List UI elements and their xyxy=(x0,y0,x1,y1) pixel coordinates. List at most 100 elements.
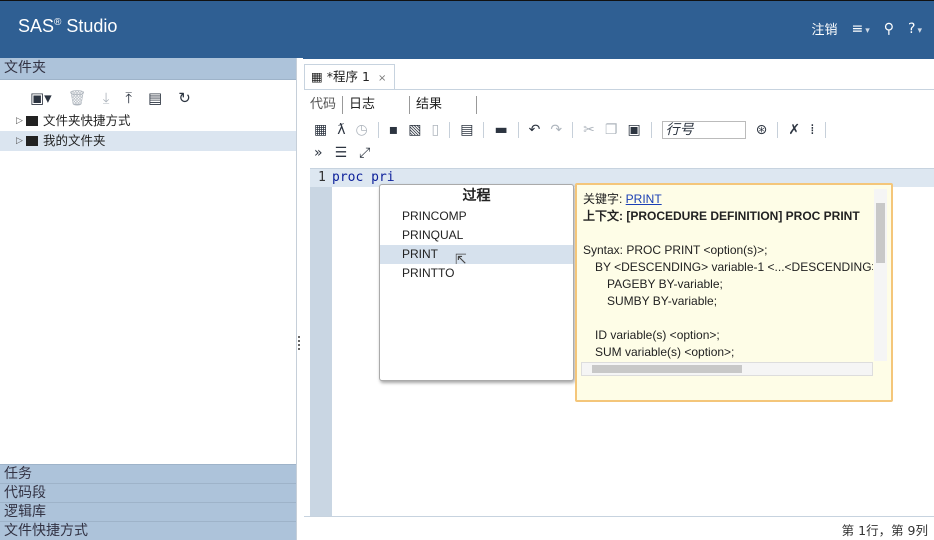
clear-icon[interactable]: ✗ xyxy=(788,122,800,138)
close-tab-icon[interactable]: × xyxy=(378,73,386,84)
folders-toolbar: ▣▾ 🗑 ⤓ ⤒ ▤ ↻ xyxy=(0,85,296,111)
download-icon[interactable]: ⤓ xyxy=(103,89,110,107)
maximize-icon[interactable]: ⤢ xyxy=(359,145,370,161)
redo-icon[interactable]: ↷ xyxy=(550,122,562,138)
save-as-icon[interactable]: ▧ xyxy=(408,122,421,138)
scrollbar-thumb[interactable] xyxy=(876,203,885,263)
help-content: 关键字: PRINT 上下文: [PROCEDURE DEFINITION] P… xyxy=(583,191,873,367)
program-icon: ▦ xyxy=(311,69,323,84)
brand-name: SAS xyxy=(18,16,55,36)
expand-arrow-icon[interactable]: ▷ xyxy=(16,111,23,131)
syntax-line: ID variable(s) <option>; xyxy=(595,328,720,342)
editor-toolbar-row-2: » ☰ ⤢ xyxy=(314,143,370,163)
section-snippets[interactable]: 代码段 xyxy=(0,483,296,502)
save-icon[interactable]: ▪ xyxy=(389,122,399,138)
toolbar-divider xyxy=(650,122,652,138)
context-value: [PROCEDURE DEFINITION] PROC PRINT xyxy=(626,209,860,223)
autocomplete-popup: 过程 PRINCOMP PRINQUAL PRINT PRINTTO xyxy=(379,184,574,381)
top-bar: SAS® Studio 注销 ≡ ▾ ⚲ ? ▾ xyxy=(0,0,934,59)
syntax-line: SUM variable(s) <option>; xyxy=(595,345,735,359)
top-right-controls: 注销 ≡ ▾ ⚲ ? ▾ xyxy=(811,19,922,39)
toolbar-divider xyxy=(483,122,485,138)
section-file-shortcuts[interactable]: 文件快捷方式 xyxy=(0,521,296,540)
syntax-help-popup: 关键字: PRINT 上下文: [PROCEDURE DEFINITION] P… xyxy=(575,183,893,402)
view-tabs: 代码 日志 结果 xyxy=(304,95,478,115)
cursor-position: 第 1行，第 9列 xyxy=(841,523,928,538)
copy-icon[interactable]: ❐ xyxy=(605,122,618,138)
go-icon[interactable]: ⊛ xyxy=(756,122,768,138)
section-tasks[interactable]: 任务 xyxy=(0,464,296,483)
keyword-link[interactable]: PRINT xyxy=(626,192,662,206)
search-icon[interactable]: ⚲ xyxy=(884,21,894,37)
my-folder-icon xyxy=(26,135,38,146)
syntax-line: BY <DESCENDING> variable-1 <...<DESCENDI… xyxy=(595,260,873,274)
syntax-line: PAGEBY BY-variable; xyxy=(607,277,723,291)
properties-icon[interactable]: ▤ xyxy=(148,89,162,107)
refresh-icon[interactable]: ↻ xyxy=(178,89,191,107)
context-label: 上下文: xyxy=(583,209,627,223)
line-gutter xyxy=(310,169,332,517)
app-brand: SAS® Studio xyxy=(18,16,117,37)
help-keyword-line: 关键字: PRINT xyxy=(583,191,873,208)
editor-toolbar: ▦ ƛ ◷ ▪ ▧ ▯ ▤ ▬ ↶ ↷ ✂ ❐ ▣ 行号 ⊛ ✗ ⁞ xyxy=(314,119,826,141)
history-icon[interactable]: ◷ xyxy=(356,122,368,138)
autocomplete-item[interactable]: PRINQUAL xyxy=(380,226,573,245)
tree-item-label: 我的文件夹 xyxy=(43,133,106,148)
line-number: 1 xyxy=(318,170,326,185)
tab-label: *程序 1 xyxy=(326,69,370,84)
mouse-cursor-icon: ⇱ xyxy=(455,252,467,268)
tree-item-folder-shortcuts[interactable]: ▷ 文件夹快捷方式 xyxy=(0,111,296,131)
folder-shortcut-icon xyxy=(26,115,38,126)
autocomplete-title: 过程 xyxy=(462,188,491,204)
help-context-line: 上下文: [PROCEDURE DEFINITION] PROC PRINT xyxy=(583,208,873,225)
status-bar: 第 1行，第 9列 xyxy=(304,516,934,539)
expand-arrow-icon[interactable]: ▷ xyxy=(16,131,23,151)
tab-code[interactable]: 代码 xyxy=(304,96,342,114)
help-icon[interactable]: ? ▾ xyxy=(908,21,922,37)
help-vertical-scrollbar[interactable] xyxy=(874,189,887,361)
toolbar-divider xyxy=(517,122,519,138)
autocomplete-item-selected[interactable]: PRINT xyxy=(380,245,573,264)
splitter-handle[interactable] xyxy=(298,336,302,350)
upload-icon[interactable]: ⤒ xyxy=(125,89,132,107)
tree-item-my-folders[interactable]: ▷ 我的文件夹 xyxy=(0,131,296,151)
new-icon[interactable]: ▣▾ xyxy=(30,89,52,107)
snippet-icon[interactable]: » xyxy=(314,145,323,161)
run-selected-icon[interactable]: ƛ xyxy=(337,122,345,138)
section-libraries[interactable]: 逻辑库 xyxy=(0,502,296,521)
print-icon[interactable]: ▬ xyxy=(494,122,507,138)
autocomplete-item[interactable]: PRINCOMP xyxy=(380,207,573,226)
help-horizontal-scrollbar[interactable] xyxy=(581,362,873,376)
scrollbar-thumb[interactable] xyxy=(592,365,742,373)
toolbar-divider xyxy=(572,122,574,138)
toolbar-divider xyxy=(824,122,826,138)
keyword-label: 关键字: xyxy=(583,192,626,206)
delete-icon[interactable]: 🗑 xyxy=(68,89,87,107)
folders-section-header[interactable]: 文件夹 xyxy=(0,58,296,80)
tab-program-1[interactable]: ▦ *程序 1 × xyxy=(304,64,396,89)
undo-icon[interactable]: ↶ xyxy=(529,122,541,138)
tab-log[interactable]: 日志 xyxy=(342,96,409,114)
pane-splitter[interactable] xyxy=(297,58,303,540)
email-icon[interactable]: ▯ xyxy=(431,122,439,138)
menu-icon[interactable]: ≡ ▾ xyxy=(852,21,870,37)
format-code-icon[interactable]: ⁞ xyxy=(810,122,814,138)
tab-results[interactable]: 结果 xyxy=(409,96,478,114)
brand-product: Studio xyxy=(61,16,118,36)
options-icon[interactable]: ☰ xyxy=(335,145,348,161)
program-tab-bar: ▦ *程序 1 × xyxy=(304,64,934,90)
navigation-pane: 文件夹 ▣▾ 🗑 ⤓ ⤒ ▤ ↻ ▷ 文件夹快捷方式 ▷ 我的文件夹 任务 代码… xyxy=(0,58,297,540)
signout-link[interactable]: 注销 xyxy=(811,19,837,38)
open-icon[interactable]: ▤ xyxy=(460,122,473,138)
line-number-input[interactable]: 行号 xyxy=(661,121,746,139)
syntax-line: SUMBY BY-variable; xyxy=(607,294,718,308)
toolbar-divider xyxy=(449,122,451,138)
pane-sections: 任务 代码段 逻辑库 文件快捷方式 xyxy=(0,464,296,540)
autocomplete-item[interactable]: PRINTTO xyxy=(380,264,573,283)
run-icon[interactable]: ▦ xyxy=(314,122,327,138)
paste-icon[interactable]: ▣ xyxy=(627,122,640,138)
cut-icon[interactable]: ✂ xyxy=(583,122,595,138)
tree-item-label: 文件夹快捷方式 xyxy=(43,113,131,128)
